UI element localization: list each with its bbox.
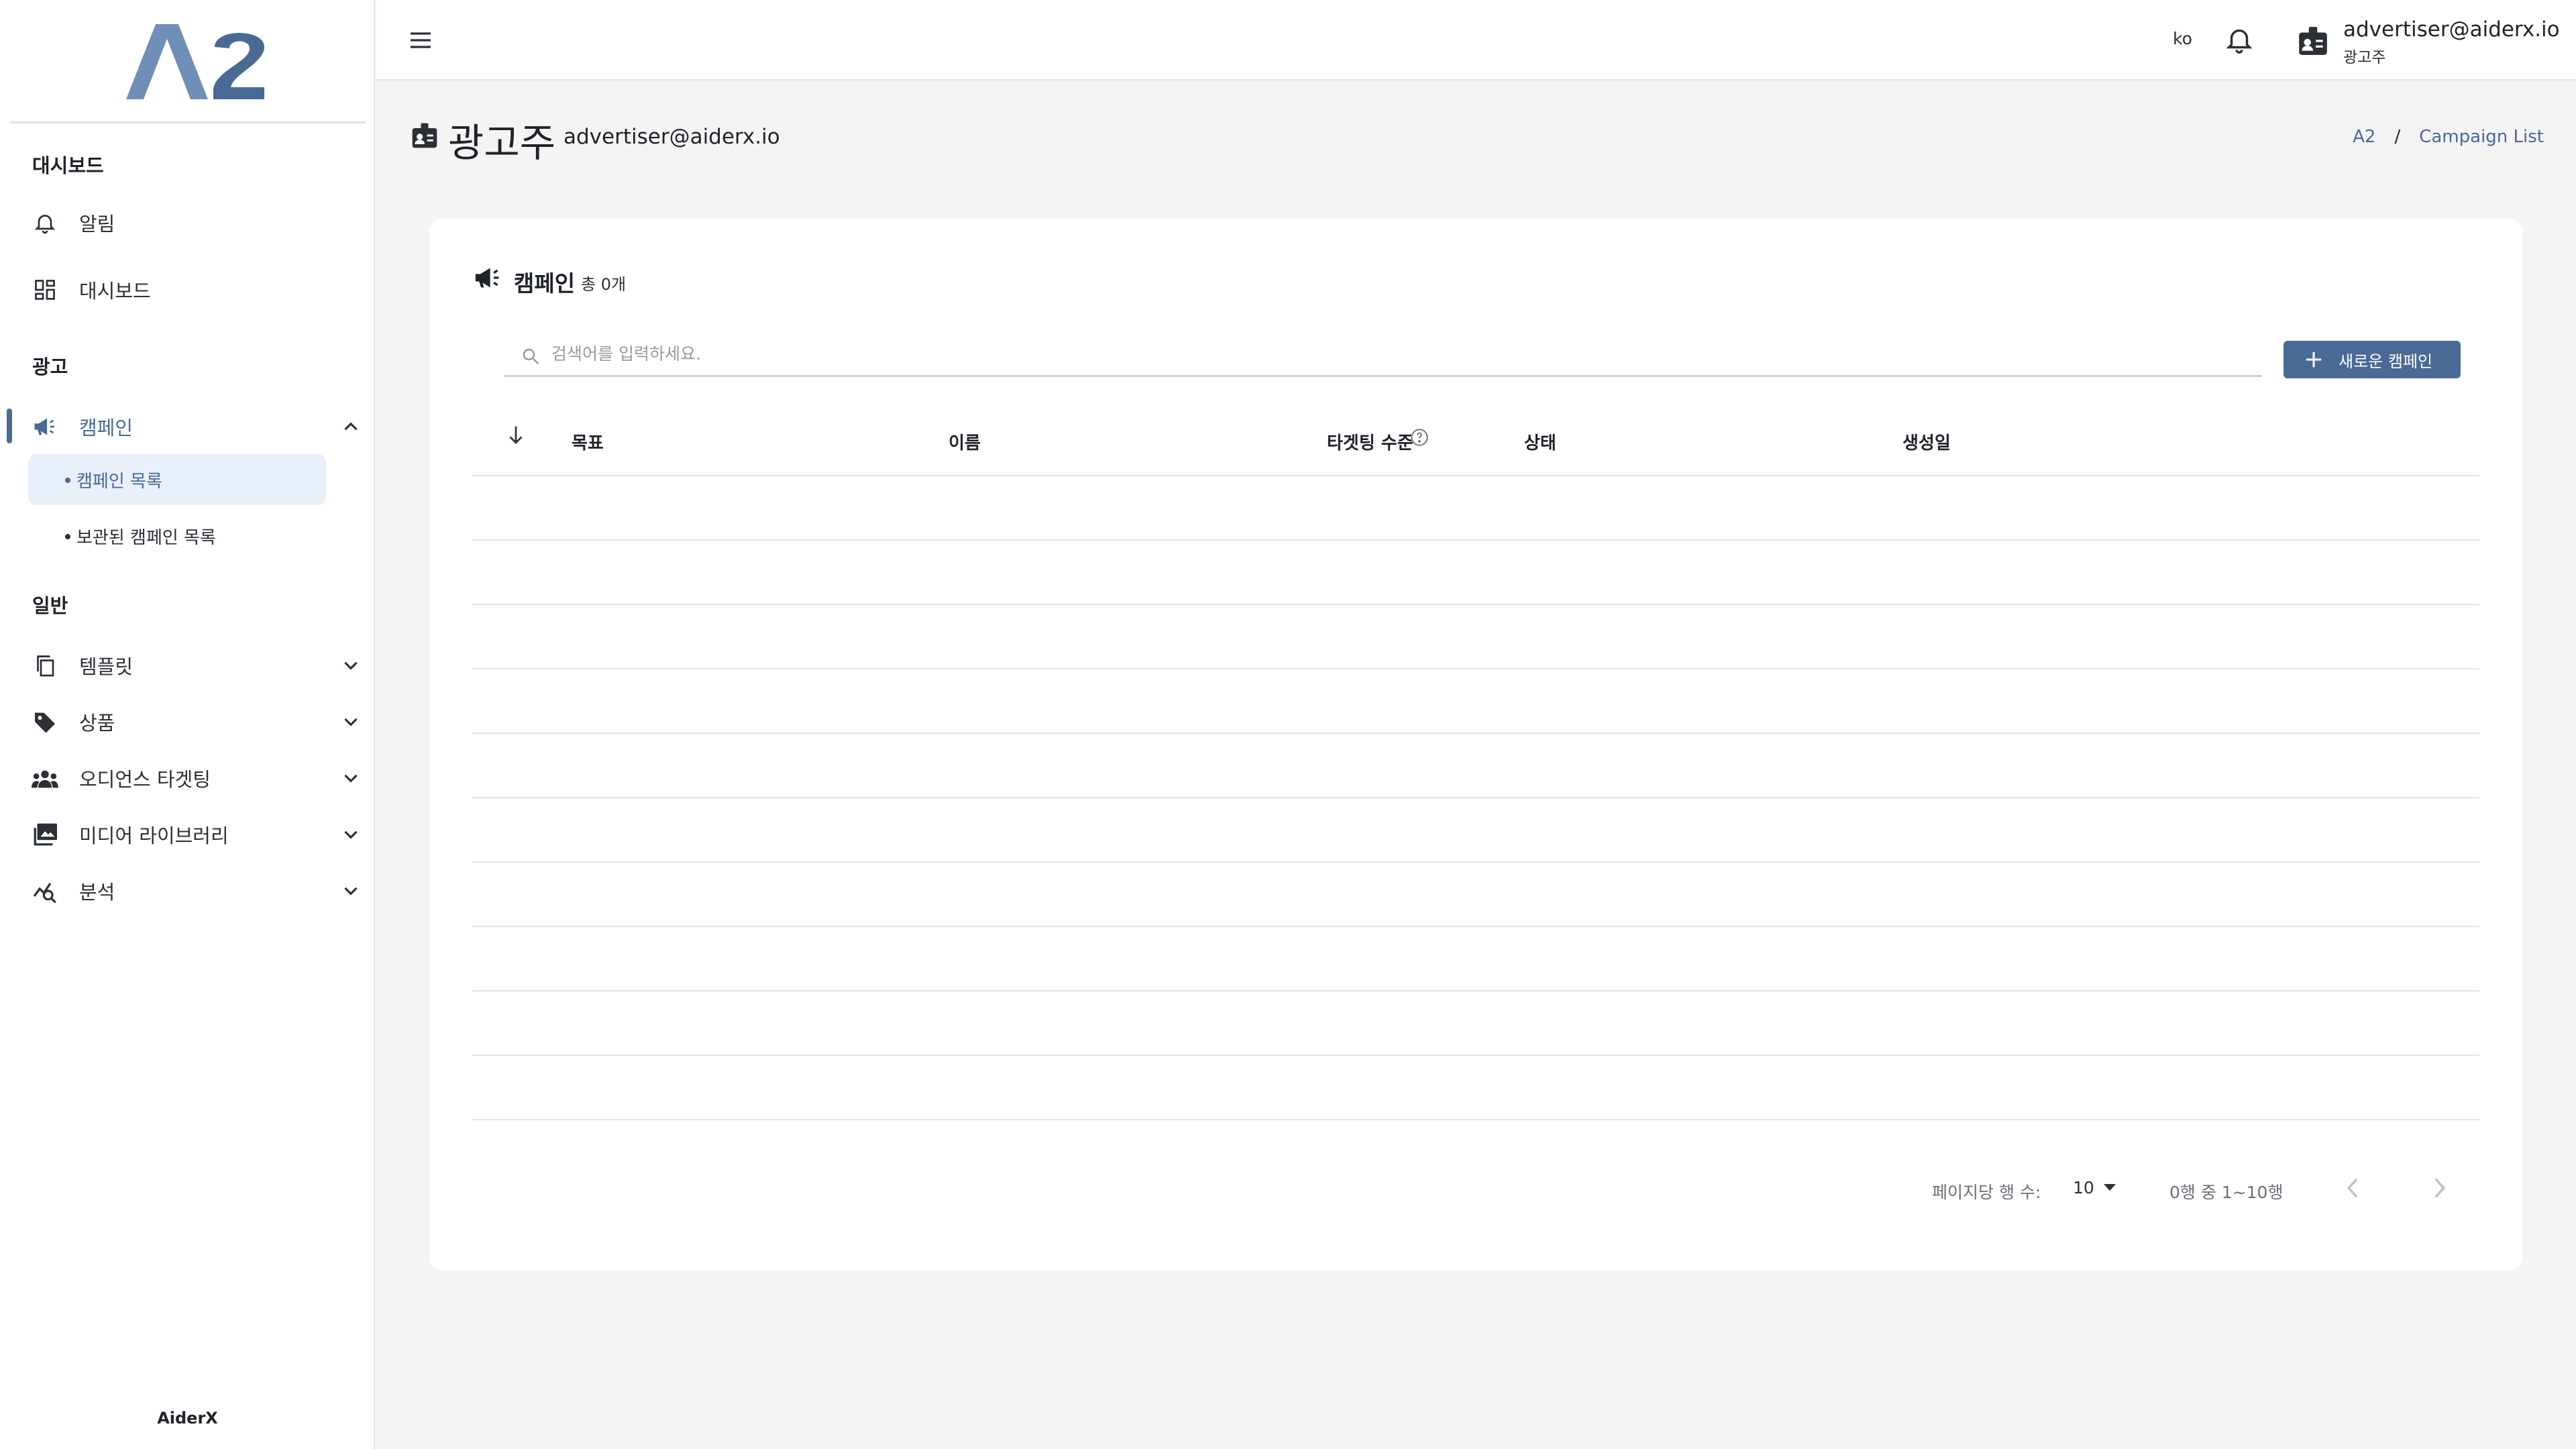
account-badge-icon — [412, 123, 437, 148]
account-role: 광고주 — [2343, 49, 2386, 66]
notification-bell-icon[interactable] — [2224, 24, 2255, 55]
search-input[interactable] — [551, 337, 2242, 370]
dashboard-grid-icon — [30, 274, 60, 305]
table-header-divider — [472, 475, 2479, 476]
sidebar-item-label: 오디언스 타겟팅 — [79, 768, 211, 791]
new-campaign-button[interactable]: 새로운 캠페인 — [2284, 341, 2461, 378]
table-row — [472, 926, 2479, 927]
sidebar-item-campaign[interactable]: 캠페인 — [27, 400, 362, 453]
sidebar-item-media-library[interactable]: 미디어 라이브러리 — [27, 808, 362, 861]
previous-page-icon[interactable] — [2340, 1171, 2367, 1205]
table-row — [472, 604, 2479, 605]
card-title: 캠페인 — [514, 270, 576, 297]
sidebar-footer-brand: AiderX — [157, 1409, 218, 1428]
sidebar-item-dashboard[interactable]: 대시보드 — [27, 263, 362, 317]
sidebar-item-label: 대시보드 — [79, 280, 151, 303]
sidebar-item-label: 상품 — [79, 712, 115, 735]
table-row — [472, 990, 2479, 991]
plus-icon — [2306, 352, 2322, 368]
page-title: 광고주 — [448, 120, 556, 166]
megaphone-icon — [475, 268, 499, 288]
rows-per-page-label: 페이지당 행 수: — [1932, 1183, 2041, 1202]
sidebar-subitem-label: 보관된 캠페인 목록 — [76, 527, 216, 548]
table-row — [472, 668, 2479, 669]
table-row — [472, 797, 2479, 798]
photo-library-icon — [30, 819, 60, 850]
account-email[interactable]: advertiser@aiderx.io — [2343, 17, 2560, 42]
page-subtitle-email: advertiser@aiderx.io — [564, 125, 780, 149]
column-header-status[interactable]: 상태 — [1524, 429, 1556, 454]
copy-icon — [30, 650, 60, 681]
column-header-goal[interactable]: 목표 — [572, 429, 604, 454]
sidebar-item-label: 템플릿 — [79, 655, 133, 678]
table-row — [472, 733, 2479, 734]
search-icon — [523, 348, 539, 365]
tag-icon — [30, 706, 60, 737]
breadcrumb-separator: / — [2394, 127, 2401, 147]
section-title-dashboard: 대시보드 — [32, 154, 104, 177]
breadcrumb: A2 / Campaign List — [2353, 127, 2544, 147]
sidebar-item-template[interactable]: 템플릿 — [27, 639, 362, 692]
rows-per-page-value: 10 — [2073, 1177, 2094, 1197]
megaphone-icon — [30, 411, 60, 442]
breadcrumb-item-home[interactable]: A2 — [2353, 127, 2375, 147]
sidebar-subitem-archived-campaigns[interactable]: 보관된 캠페인 목록 — [28, 511, 326, 561]
search-box — [504, 331, 2262, 377]
next-page-icon[interactable] — [2426, 1171, 2453, 1205]
column-header-name[interactable]: 이름 — [949, 429, 981, 454]
chevron-down-icon[interactable] — [339, 710, 362, 733]
new-campaign-button-label: 새로운 캠페인 — [2339, 352, 2433, 371]
breadcrumb-item-current[interactable]: Campaign List — [2419, 127, 2544, 147]
column-header-created-date[interactable]: 생성일 — [1902, 429, 1951, 454]
caret-down-icon — [2103, 1184, 2116, 1191]
table-row — [472, 539, 2479, 541]
table-row — [472, 1119, 2479, 1120]
chevron-down-icon[interactable] — [339, 767, 362, 790]
sidebar-item-label: 분석 — [79, 881, 115, 904]
a2-logo[interactable] — [126, 24, 267, 99]
chevron-up-icon[interactable] — [339, 415, 362, 438]
sidebar-subitem-label: 캠페인 목록 — [76, 471, 162, 492]
table-row — [472, 861, 2479, 863]
people-icon — [30, 763, 60, 794]
column-header-targeting-level[interactable]: 타겟팅 수준 — [1327, 429, 1413, 454]
sidebar: 대시보드 알림 대시보드 광고 캠페인 캠페인 목록 보관된 캠페인 목록 일반… — [0, 0, 375, 1449]
menu-icon[interactable] — [407, 27, 434, 54]
chevron-down-icon[interactable] — [339, 879, 362, 902]
pagination-range: 0행 중 1~10행 — [2169, 1183, 2284, 1202]
section-title-ads: 광고 — [32, 356, 68, 378]
analytics-icon — [30, 875, 60, 906]
sidebar-item-audience[interactable]: 오디언스 타겟팅 — [27, 751, 362, 805]
sidebar-item-notifications[interactable]: 알림 — [27, 196, 362, 250]
campaign-count: 총 0개 — [581, 275, 627, 294]
sidebar-item-label: 캠페인 — [79, 417, 133, 439]
sidebar-item-label: 미디어 라이브러리 — [79, 824, 229, 847]
active-indicator — [7, 409, 12, 443]
sidebar-subitem-campaign-list[interactable]: 캠페인 목록 — [28, 454, 326, 505]
sort-arrow-down-icon[interactable] — [506, 424, 526, 447]
logo-area — [9, 0, 366, 123]
campaign-card: 캠페인 총 0개 새로운 캠페인 목표 이름 타겟팅 수준 상태 생성일 페이지… — [429, 219, 2522, 1271]
rows-per-page-select[interactable]: 10 — [2073, 1174, 2140, 1201]
bell-icon — [30, 207, 60, 238]
sidebar-item-product[interactable]: 상품 — [27, 695, 362, 749]
chevron-down-icon[interactable] — [339, 823, 362, 846]
chevron-down-icon[interactable] — [339, 654, 362, 677]
sidebar-item-label: 알림 — [79, 213, 115, 235]
language-selector[interactable]: ko — [2173, 29, 2192, 48]
top-bar: ko advertiser@aiderx.io 광고주 — [376, 0, 2576, 80]
help-circle-icon[interactable] — [1410, 428, 1429, 447]
sidebar-item-analytics[interactable]: 분석 — [27, 864, 362, 918]
account-badge-icon[interactable] — [2296, 24, 2330, 58]
table-row — [472, 1055, 2479, 1056]
section-title-general: 일반 — [32, 594, 68, 617]
